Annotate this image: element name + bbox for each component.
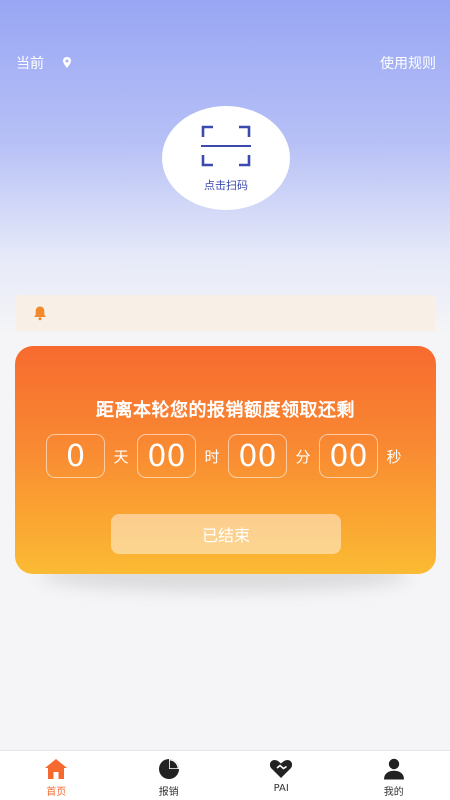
usage-rules-link[interactable]: 使用规则 [380,53,436,73]
bottom-tab-bar: 首页 报销 PAI 我的 [0,750,450,800]
seconds-value: 00 [319,434,378,478]
ended-button[interactable]: 已结束 [111,514,341,554]
scan-button[interactable]: 点击扫码 [162,106,290,210]
location-pin-icon [63,57,71,68]
days-unit: 天 [113,447,129,466]
countdown-title: 距离本轮您的报销额度领取还剩 [96,400,355,421]
countdown-timer: 0 天 00 时 00 分 00 秒 [46,434,410,478]
scan-icon [201,125,251,167]
bell-icon [34,306,46,321]
user-icon [383,758,404,780]
tab-mine[interactable]: 我的 [338,751,450,800]
location-label: 当前 [16,56,44,72]
location-selector[interactable]: 当前 [16,53,72,73]
hours-unit: 时 [204,447,220,466]
minutes-value: 00 [228,434,287,478]
tab-reimburse-label: 报销 [158,787,179,798]
seconds-unit: 秒 [386,447,402,466]
hours-value: 00 [137,434,196,478]
countdown-card: 距离本轮您的报销额度领取还剩 0 天 00 时 00 分 00 秒 已结束 [15,346,436,574]
minutes-unit: 分 [295,447,311,466]
home-icon [45,759,68,779]
tab-pai-label: PAI [273,783,289,794]
tab-mine-label: 我的 [383,787,404,798]
tab-pai[interactable]: PAI [225,751,337,800]
heart-handshake-icon [270,759,293,778]
tab-home[interactable]: 首页 [0,751,112,800]
days-value: 0 [46,434,105,478]
top-bar: 当前 使用规则 [0,50,450,76]
tab-home-label: 首页 [46,787,67,798]
notice-bar[interactable] [16,295,435,331]
pie-chart-icon [158,759,179,779]
scan-label: 点击扫码 [204,179,248,192]
tab-reimburse[interactable]: 报销 [113,751,225,800]
